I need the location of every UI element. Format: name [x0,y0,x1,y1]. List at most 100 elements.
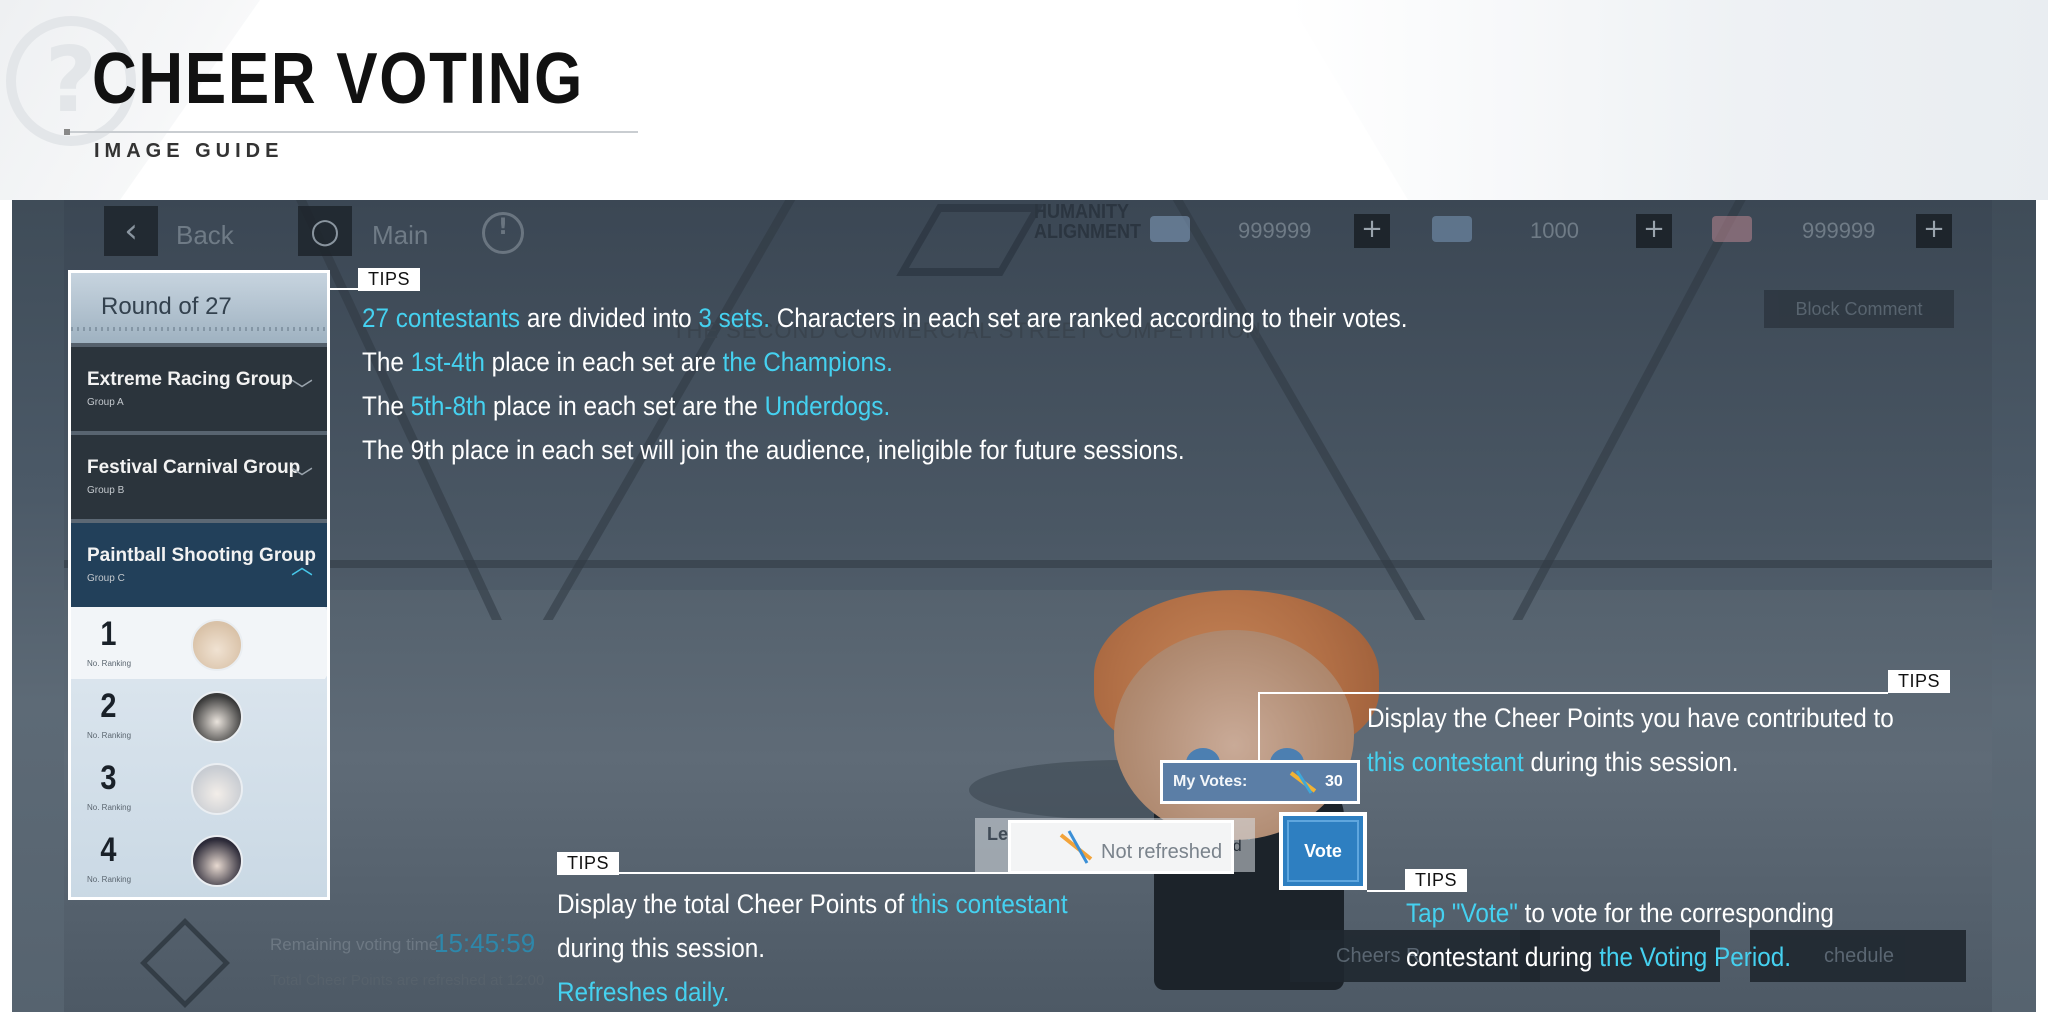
tips-tag: TIPS [358,268,421,291]
tip-highlight: 27 contestants [362,303,521,333]
group-name: Festival Carnival Group [87,457,301,478]
refresh-note: Total Cheer Points are refreshed at 12:0… [270,972,545,989]
vote-button[interactable]: Vote [1279,812,1367,890]
ranking-item[interactable]: 1 No. Ranking [71,607,327,679]
tip-text: contestant during [1406,942,1600,972]
tip-connector [557,872,1008,874]
tip-highlight: this contestant [1367,747,1524,777]
ranking-list: 1 No. Ranking 2 No. Ranking 3 No. Rankin… [71,607,327,897]
resource-1-value: 999999 [1238,218,1312,243]
cheer-stick-icon [1289,770,1317,794]
avatar [191,691,243,743]
tip-text: Characters in each set are ranked accord… [769,303,1408,333]
tip-highlight: Tap "Vote" [1406,898,1518,928]
my-votes-display: My Votes: 30 [1160,760,1360,804]
tip-line: The 5th-8th place in each set are the Un… [362,384,1408,428]
chevron-up-icon: ︿ [290,555,313,580]
group-item-paintball-shooting[interactable]: Paintball Shooting Group Group C ︿ [71,523,327,607]
tip-text: place in each set are the [486,391,765,421]
brand-line-2: ALIGNMENT [1034,221,1142,243]
home-icon[interactable]: ○ [298,206,352,256]
tips-tag: TIPS [557,852,620,875]
group-item-extreme-racing[interactable]: Extreme Racing Group Group A ﹀ [71,347,327,431]
ranking-item[interactable]: 3 No. Ranking [71,751,327,823]
tip-connector [1367,890,1405,892]
add-resource-1-button[interactable]: + [1354,214,1390,248]
resource-3-icon [1712,216,1752,242]
main-label[interactable]: Main [372,220,428,251]
chevron-down-icon: ﹀ [290,467,313,492]
ranking-item[interactable]: 2 No. Ranking [71,679,327,751]
tip-vote-button: Tap "Vote" to vote for the corresponding… [1406,891,1834,979]
tip-line: Display the total Cheer Points of this c… [557,882,1068,926]
resource-2-value: 1000 [1530,218,1579,243]
not-refreshed-label: Not refreshed [1101,841,1223,863]
tip-line: 27 contestants are divided into 3 sets. … [362,296,1408,340]
info-icon[interactable]: ! [482,212,524,254]
tip-text: The [362,391,411,421]
cheer-stick-icon [1059,830,1093,864]
chevron-down-icon: ﹀ [290,379,313,404]
tip-line: The 1st-4th place in each set are the Ch… [362,340,1408,384]
block-comment-button[interactable]: Block Comment [1764,290,1954,328]
tip-ranking-rules: 27 contestants are divided into 3 sets. … [362,296,1408,472]
truss-beam [64,560,1992,568]
ranking-item[interactable]: 4 No. Ranking [71,823,327,895]
my-votes-value: 30 [1325,773,1343,790]
tip-highlight: the Voting Period. [1599,942,1792,972]
remaining-time-label: Remaining voting time [270,935,439,954]
tip-highlight: 1st-4th [410,347,485,377]
tip-highlight: Underdogs. [764,391,891,421]
round-header: Round of 27 [71,273,327,343]
resource-2-icon [1432,216,1472,242]
back-label[interactable]: Back [176,220,234,251]
group-item-festival-carnival[interactable]: Festival Carnival Group Group B ﹀ [71,435,327,519]
header-decoration-right [1288,0,2048,200]
add-resource-3-button[interactable]: + [1916,214,1952,248]
avatar [191,619,243,671]
tip-line: Display the Cheer Points you have contri… [1367,703,1894,733]
tip-highlight: 5th-8th [410,391,487,421]
group-sub: Group C [87,573,125,584]
group-name: Extreme Racing Group [87,369,293,390]
title-divider [64,129,638,135]
character-face [1114,630,1354,840]
tip-text: The [362,347,411,377]
tip-line: this contestant during this session. [1367,740,1894,784]
tip-text: during this session. [1523,747,1739,777]
group-name: Paintball Shooting Group [87,545,317,566]
brand-line-1: HUMANITY [1034,201,1129,223]
tip-line: during this session. [557,933,766,963]
brand-name: HUMANITY ALIGNMENT [1034,202,1141,242]
tip-line: The 9th place in each set will join the … [362,435,1185,465]
avatar [191,763,243,815]
avatar [191,835,243,887]
resource-3-value: 999999 [1802,218,1876,243]
rank-number: 2 [100,687,117,725]
tip-text: to vote for the corresponding [1517,898,1834,928]
tip-highlight: this contestant [910,889,1068,919]
tip-my-votes: Display the Cheer Points you have contri… [1367,696,1894,784]
truss-beam [1512,200,1746,620]
tips-tag: TIPS [1405,869,1468,892]
rank-number: 1 [100,615,117,653]
tip-connector [330,288,358,290]
tip-total-points: Display the total Cheer Points of this c… [557,882,1068,1014]
tip-highlight: 3 sets. [698,303,770,333]
tip-line: contestant during the Voting Period. [1406,935,1834,979]
rank-label: No. Ranking [87,731,132,740]
group-list-panel: Round of 27 Extreme Racing Group Group A… [68,270,330,900]
rank-label: No. Ranking [87,659,132,668]
page-subtitle: IMAGE GUIDE [94,140,284,162]
tip-line: Refreshes daily. [557,977,730,1007]
remaining-time-value: 15:45:59 [434,928,536,958]
tip-line: Tap "Vote" to vote for the corresponding [1406,891,1834,935]
group-sub: Group B [87,485,125,496]
tips-tag: TIPS [1888,670,1951,693]
my-votes-label: My Votes: [1173,773,1248,790]
back-arrow-icon[interactable]: ‹ [104,206,158,256]
add-resource-2-button[interactable]: + [1636,214,1672,248]
tip-connector [1258,692,1260,760]
level-label: Le [987,824,1009,844]
page-title: CHEER VOTING [92,39,584,119]
